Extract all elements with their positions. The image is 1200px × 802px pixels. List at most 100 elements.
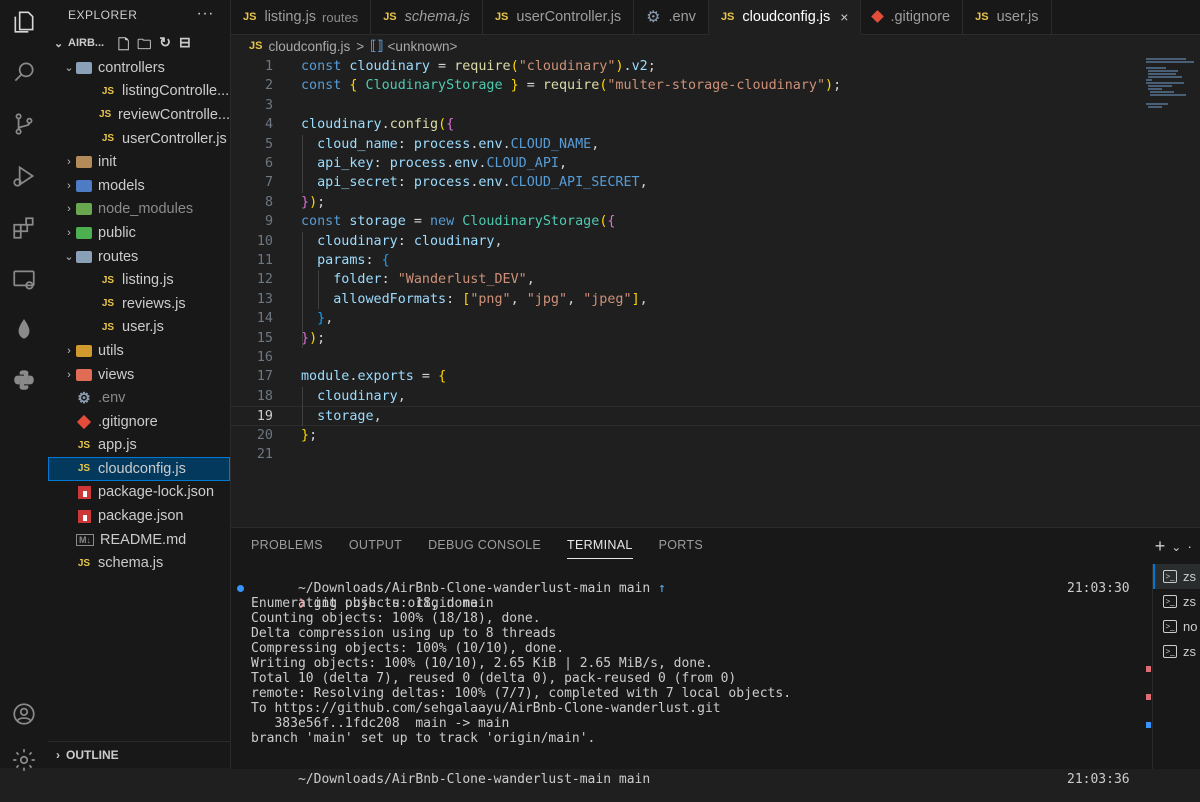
refresh-icon[interactable]: ↻ <box>159 34 171 58</box>
tree-folder[interactable]: › init <box>48 150 230 174</box>
file-tree: ⌄ controllers JS listingControlle... JS revie… <box>48 56 230 575</box>
source-control-icon[interactable] <box>0 104 48 144</box>
remote-explorer-icon[interactable] <box>0 260 48 300</box>
close-icon[interactable]: × <box>840 9 848 25</box>
tree-folder[interactable]: › utils <box>48 339 230 363</box>
new-folder-icon[interactable]: 🗀 <box>137 34 151 58</box>
project-root[interactable]: ⌄ AIRB... 🗋 🗀 ↻ ⊟ <box>48 30 230 56</box>
tab-listing-js[interactable]: JS listing.js routes <box>231 0 372 34</box>
tree-file[interactable]: JS reviewControlle... <box>48 103 230 127</box>
chevron-down-icon[interactable]: ⌄ <box>1171 540 1181 557</box>
code-line[interactable]: 20}; <box>231 426 1200 445</box>
mongodb-icon[interactable] <box>0 310 48 350</box>
symbol-icon: ⟦⟧ <box>370 38 384 53</box>
code-line[interactable]: 15}); <box>231 329 1200 348</box>
code-line[interactable]: 3 <box>231 96 1200 115</box>
tree-folder[interactable]: › node_modules <box>48 198 230 222</box>
tree-file[interactable]: JS userController.js <box>48 127 230 151</box>
tree-item-label: routes <box>98 248 139 265</box>
more-icon[interactable]: · <box>1187 538 1192 557</box>
new-file-icon[interactable]: 🗋 <box>118 34 129 58</box>
more-actions-icon[interactable]: ··· <box>197 5 214 23</box>
code-editor[interactable]: 1 const cloudinary = require("cloudinary"… <box>231 56 1200 526</box>
tree-file[interactable]: JS reviews.js <box>48 292 230 316</box>
tree-file[interactable]: JS cloudconfig.js <box>48 457 230 481</box>
tab-label: listing.js <box>264 9 317 25</box>
terminal-instance[interactable]: >_ zs <box>1153 639 1200 664</box>
tree-folder[interactable]: ⌄ routes <box>48 245 230 269</box>
minimap[interactable] <box>1140 56 1200 136</box>
tree-folder[interactable]: › views <box>48 363 230 387</box>
terminal-instance[interactable]: >_ zs <box>1153 564 1200 589</box>
tree-file[interactable]: JS user.js <box>48 316 230 340</box>
panel-tab-ports[interactable]: PORTS <box>659 538 703 559</box>
editor-tabs: JS listing.js routes JS schema.js JS userContr… <box>231 0 1200 35</box>
breadcrumb-file[interactable]: cloudconfig.js <box>268 39 350 54</box>
tree-file[interactable]: package-lock.json <box>48 481 230 505</box>
tree-folder[interactable]: › models <box>48 174 230 198</box>
command-decoration-dot[interactable] <box>237 585 244 592</box>
code-line[interactable]: 7 api_secret: process.env.CLOUD_API_SECR… <box>231 173 1200 192</box>
npm-icon <box>76 508 92 524</box>
tab-gitignore[interactable]: .gitignore <box>861 0 964 34</box>
tree-folder[interactable]: › public <box>48 221 230 245</box>
code-line[interactable]: 21 <box>231 445 1200 464</box>
run-debug-icon[interactable] <box>0 156 48 196</box>
terminal-line: Total 10 (delta 7), reused 0 (delta 0), … <box>251 671 737 686</box>
code-line[interactable]: 11 params: { <box>231 251 1200 270</box>
tree-file[interactable]: ⚙ .env <box>48 386 230 410</box>
code-text: const cloudinary = require("cloudinary")… <box>301 59 656 74</box>
tree-folder[interactable]: ⌄ controllers <box>48 56 230 80</box>
tab-user-js[interactable]: JS user.js <box>963 0 1052 34</box>
tab-cloudconfig-js[interactable]: JS cloudconfig.js × <box>708 0 862 35</box>
tree-file[interactable]: JS schema.js <box>48 551 230 575</box>
panel-tab-terminal[interactable]: TERMINAL <box>567 538 633 559</box>
terminal-list: >_ zs >_ zs >_ no >_ zs <box>1152 564 1200 769</box>
tree-item-label: .env <box>98 390 126 407</box>
code-line[interactable]: 12 folder: "Wanderlust_DEV", <box>231 270 1200 289</box>
panel-tab-debug-console[interactable]: DEBUG CONSOLE <box>428 538 541 559</box>
error-marker <box>1146 666 1151 672</box>
code-line[interactable]: 18 cloudinary, <box>231 387 1200 406</box>
code-line[interactable]: 19 storage, <box>231 406 1200 426</box>
code-line[interactable]: 17 module.exports = { <box>231 367 1200 386</box>
tree-file[interactable]: JS app.js <box>48 434 230 458</box>
code-line[interactable]: 1 const cloudinary = require("cloudinary"… <box>231 57 1200 76</box>
account-icon[interactable] <box>0 694 48 734</box>
folder-icon <box>76 154 92 170</box>
tree-file[interactable]: package.json <box>48 504 230 528</box>
tree-file[interactable]: M↓ README.md <box>48 528 230 552</box>
code-line[interactable]: 8}); <box>231 193 1200 212</box>
terminal-instance[interactable]: >_ zs <box>1153 589 1200 614</box>
code-line[interactable]: 6 api_key: process.env.CLOUD_API, <box>231 154 1200 173</box>
code-line[interactable]: 9 const storage = new CloudinaryStorage({ <box>231 212 1200 231</box>
extensions-icon[interactable] <box>0 208 48 248</box>
search-icon[interactable] <box>0 52 48 92</box>
code-line[interactable]: 13 allowedFormats: ["png", "jpg", "jpeg"… <box>231 290 1200 309</box>
explorer-icon[interactable] <box>0 2 48 42</box>
python-icon[interactable] <box>0 360 48 400</box>
breadcrumb-symbol[interactable]: <unknown> <box>388 39 458 54</box>
outline-section[interactable]: › OUTLINE <box>48 741 230 768</box>
panel-tab-problems[interactable]: PROBLEMS <box>251 538 323 559</box>
code-line[interactable]: 16 <box>231 348 1200 367</box>
code-line[interactable]: 14 }, <box>231 309 1200 328</box>
code-line[interactable]: 4 cloudinary.config({ <box>231 115 1200 134</box>
tab-env[interactable]: ⚙ .env <box>634 0 709 34</box>
terminal-instance[interactable]: >_ no <box>1153 614 1200 639</box>
js-file-icon: JS <box>249 40 263 52</box>
tab-usercontroller-js[interactable]: JS userController.js <box>483 0 635 34</box>
code-line[interactable]: 5 cloud_name: process.env.CLOUD_NAME, <box>231 135 1200 154</box>
new-terminal-icon[interactable]: + <box>1155 536 1166 557</box>
settings-gear-icon[interactable] <box>0 740 48 780</box>
terminal-output[interactable]: ~/Downloads/AirBnb-Clone-wanderlust-main… <box>237 566 1151 787</box>
code-line[interactable]: 10 cloudinary: cloudinary, <box>231 232 1200 251</box>
line-number: 12 <box>256 272 273 288</box>
tree-file[interactable]: .gitignore <box>48 410 230 434</box>
panel-tab-output[interactable]: OUTPUT <box>349 538 402 559</box>
collapse-all-icon[interactable]: ⊟ <box>179 34 191 58</box>
tab-schema-js[interactable]: JS schema.js <box>371 0 483 34</box>
tree-file[interactable]: JS listing.js <box>48 268 230 292</box>
code-line[interactable]: 2 const { CloudinaryStorage } = require("… <box>231 76 1200 95</box>
tree-file[interactable]: JS listingControlle... <box>48 80 230 104</box>
